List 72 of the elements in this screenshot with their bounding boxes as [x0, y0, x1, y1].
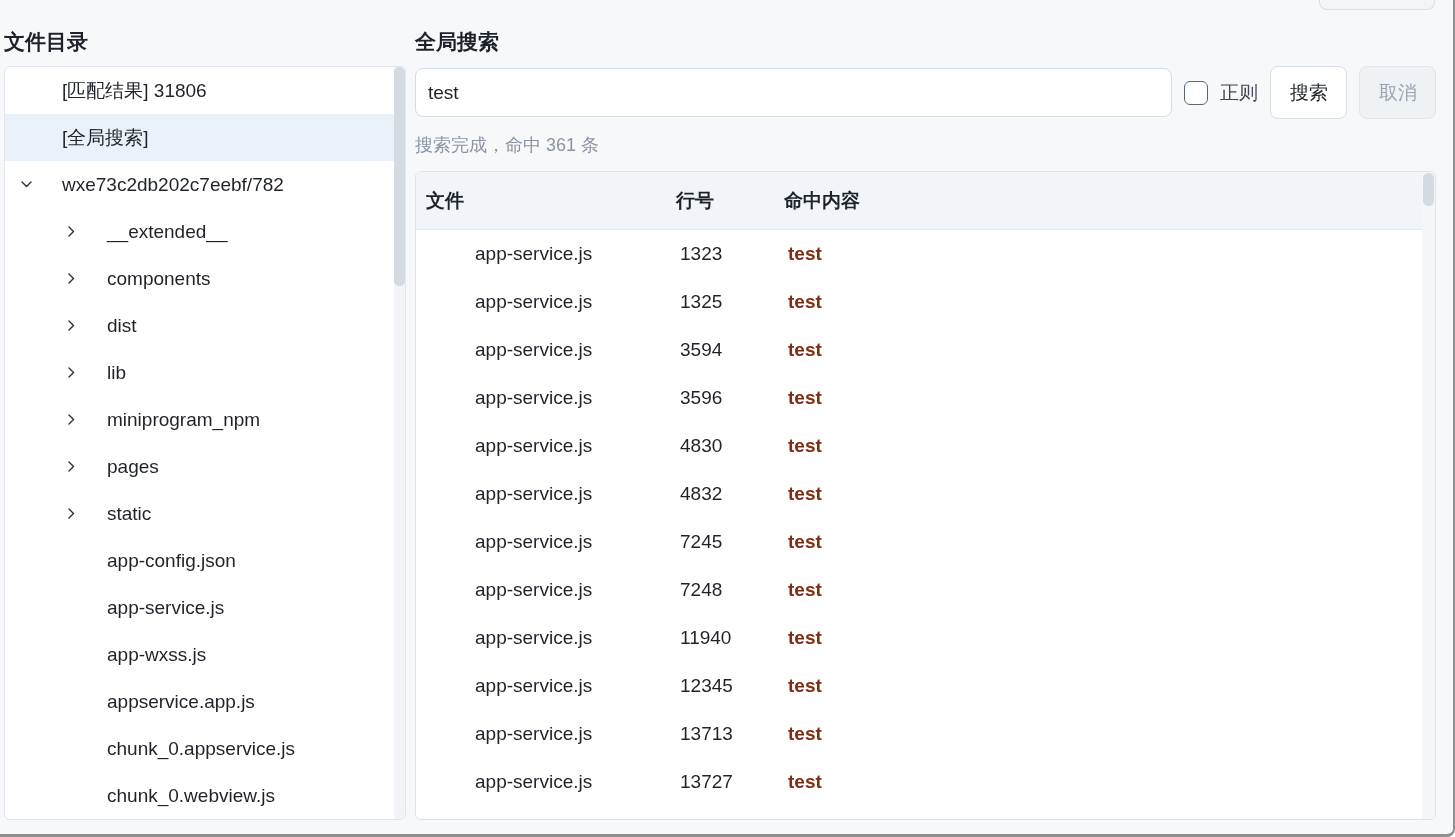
file-name: app-service.js	[475, 579, 593, 600]
line-number: 4832	[680, 483, 723, 504]
status-text: 搜索完成，命中 361 条	[415, 134, 600, 157]
chevron-right-icon[interactable]	[67, 461, 75, 472]
panel-title: 全局搜索	[415, 29, 499, 55]
panel-title: 文件目录	[4, 29, 88, 55]
chevron-right-icon[interactable]	[67, 414, 75, 425]
tree-item[interactable]: app-wxss.js	[5, 631, 394, 678]
file-name: app-service.js	[475, 483, 593, 504]
line-number: 11940	[680, 627, 732, 648]
tree-item[interactable]: static	[5, 490, 394, 537]
match-text: test	[788, 723, 822, 744]
chevron-right-icon[interactable]	[67, 273, 75, 284]
file-name: app-service.js	[475, 339, 593, 360]
tree-item[interactable]: dist	[5, 302, 394, 349]
search-field[interactable]: test	[415, 68, 1172, 117]
line-number: 3596	[680, 387, 723, 408]
tree-item[interactable]: __extended__	[5, 208, 394, 255]
column-header: 文件	[426, 189, 464, 211]
match-text: test	[788, 531, 822, 552]
line-number: 1323	[680, 243, 723, 264]
chevron-right-icon[interactable]	[67, 508, 75, 519]
tree-item[interactable]: [全局搜索]	[5, 114, 394, 161]
file-name: app-service.js	[475, 675, 593, 696]
chevron-right-icon[interactable]	[67, 320, 75, 331]
line-number: 12345	[680, 675, 733, 696]
tree-item[interactable]: app-config.json	[5, 537, 394, 584]
tree-item[interactable]: lib	[5, 349, 394, 396]
match-text: test	[788, 771, 822, 792]
line-number: 3594	[680, 339, 723, 360]
match-text: test	[788, 627, 822, 648]
regex-label: 正则	[1220, 80, 1258, 105]
chevron-right-icon[interactable]	[67, 226, 75, 237]
chevron-right-icon[interactable]	[67, 367, 75, 378]
file-name: app-service.js	[475, 531, 593, 552]
tree-item[interactable]: wxe73c2db202c7eebf/782	[5, 161, 394, 208]
tree-item[interactable]: chunk_0.appservice.js	[5, 725, 394, 772]
file-name: app-service.js	[475, 771, 593, 792]
scrollbar-thumb[interactable]	[394, 67, 405, 286]
tree-item[interactable]: pages	[5, 443, 394, 490]
match-text: test	[788, 339, 822, 360]
match-text: test	[788, 243, 822, 264]
tree-item[interactable]: app-service.js	[5, 584, 394, 631]
column-header: 行号	[676, 189, 714, 211]
match-text: test	[788, 291, 822, 312]
line-number: 13727	[680, 771, 733, 792]
match-text: test	[788, 435, 822, 456]
line-number: 1325	[680, 291, 723, 312]
match-text: test	[788, 579, 822, 600]
file-name: app-service.js	[475, 723, 593, 744]
regex-checkbox[interactable]	[1184, 80, 1208, 105]
column-header: 命中内容	[784, 189, 860, 211]
chevron-down-icon[interactable]	[20, 181, 32, 188]
file-name: app-service.js	[475, 435, 593, 456]
file-name: app-service.js	[475, 387, 593, 408]
tree-item[interactable]: miniprogram_npm	[5, 396, 394, 443]
line-number: 4830	[680, 435, 723, 456]
line-number: 7245	[680, 531, 723, 552]
match-text: test	[788, 387, 822, 408]
file-name: app-service.js	[475, 243, 593, 264]
file-name: app-service.js	[475, 627, 593, 648]
tree-item[interactable]: chunk_0.webview.js	[5, 772, 394, 819]
search-button[interactable]: 搜索	[1270, 66, 1347, 119]
file-name: app-service.js	[475, 291, 593, 312]
tree-item[interactable]: [匹配结果] 31806	[5, 67, 394, 114]
tree-item[interactable]: appservice.app.js	[5, 678, 394, 725]
line-number: 13713	[680, 723, 733, 744]
match-text: test	[788, 483, 822, 504]
line-number: 7248	[680, 579, 723, 600]
scrollbar-thumb[interactable]	[1423, 173, 1434, 206]
match-text: test	[788, 675, 822, 696]
tree-item[interactable]: components	[5, 255, 394, 302]
